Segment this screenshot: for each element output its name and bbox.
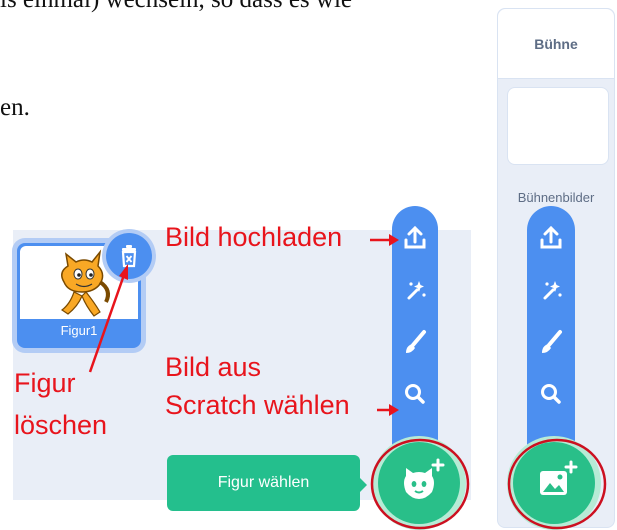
search-icon — [405, 384, 425, 404]
upload-sprite-button[interactable] — [392, 218, 438, 258]
backdrop-menu — [527, 206, 575, 454]
surprise-icon — [543, 281, 562, 300]
search-icon — [541, 384, 561, 404]
paint-backdrop-button[interactable] — [528, 322, 574, 362]
choose-sprite-tooltip: Figur wählen — [167, 455, 360, 511]
stage-thumbnail[interactable] — [507, 87, 609, 165]
sprite-menu — [392, 206, 438, 454]
delete-sprite-button[interactable] — [106, 233, 152, 279]
trash-icon — [121, 245, 137, 268]
upload-icon — [404, 225, 426, 249]
upload-backdrop-button[interactable] — [528, 218, 574, 258]
annotation-delete-line-1: Figur — [14, 368, 76, 398]
choose-backdrop-button[interactable] — [513, 442, 595, 524]
annotation-upload: Bild hochladen — [165, 222, 343, 252]
document-text-line-1: is einmal) wechseln, so dass es wie — [0, 0, 352, 14]
paint-sprite-button[interactable] — [392, 322, 438, 362]
choose-backdrop-search-button[interactable] — [528, 374, 574, 414]
choose-sprite-cat-icon — [404, 458, 445, 499]
surprise-icon — [407, 281, 426, 300]
stage-title: Bühne — [534, 36, 578, 52]
tooltip-arrow — [358, 476, 367, 494]
upload-icon — [540, 225, 562, 249]
document-text-line-2: en. — [0, 94, 30, 121]
choose-sprite-search-button[interactable] — [392, 374, 438, 414]
annotation-scratch-line-2: Scratch wählen — [165, 390, 350, 420]
annotation-scratch-line-1: Bild aus — [165, 352, 262, 382]
paint-icon — [406, 330, 426, 353]
paint-icon — [542, 330, 562, 353]
sprite-name-label: Figur1 — [60, 323, 98, 338]
surprise-backdrop-button[interactable] — [528, 270, 574, 310]
annotation-delete-line-2: löschen — [14, 410, 108, 440]
stage-header: Bühne — [498, 9, 614, 79]
backdrops-label: Bühnenbilder — [517, 190, 595, 205]
choose-sprite-button[interactable] — [378, 442, 460, 524]
surprise-sprite-button[interactable] — [392, 270, 438, 310]
choose-backdrop-image-icon — [540, 460, 578, 495]
